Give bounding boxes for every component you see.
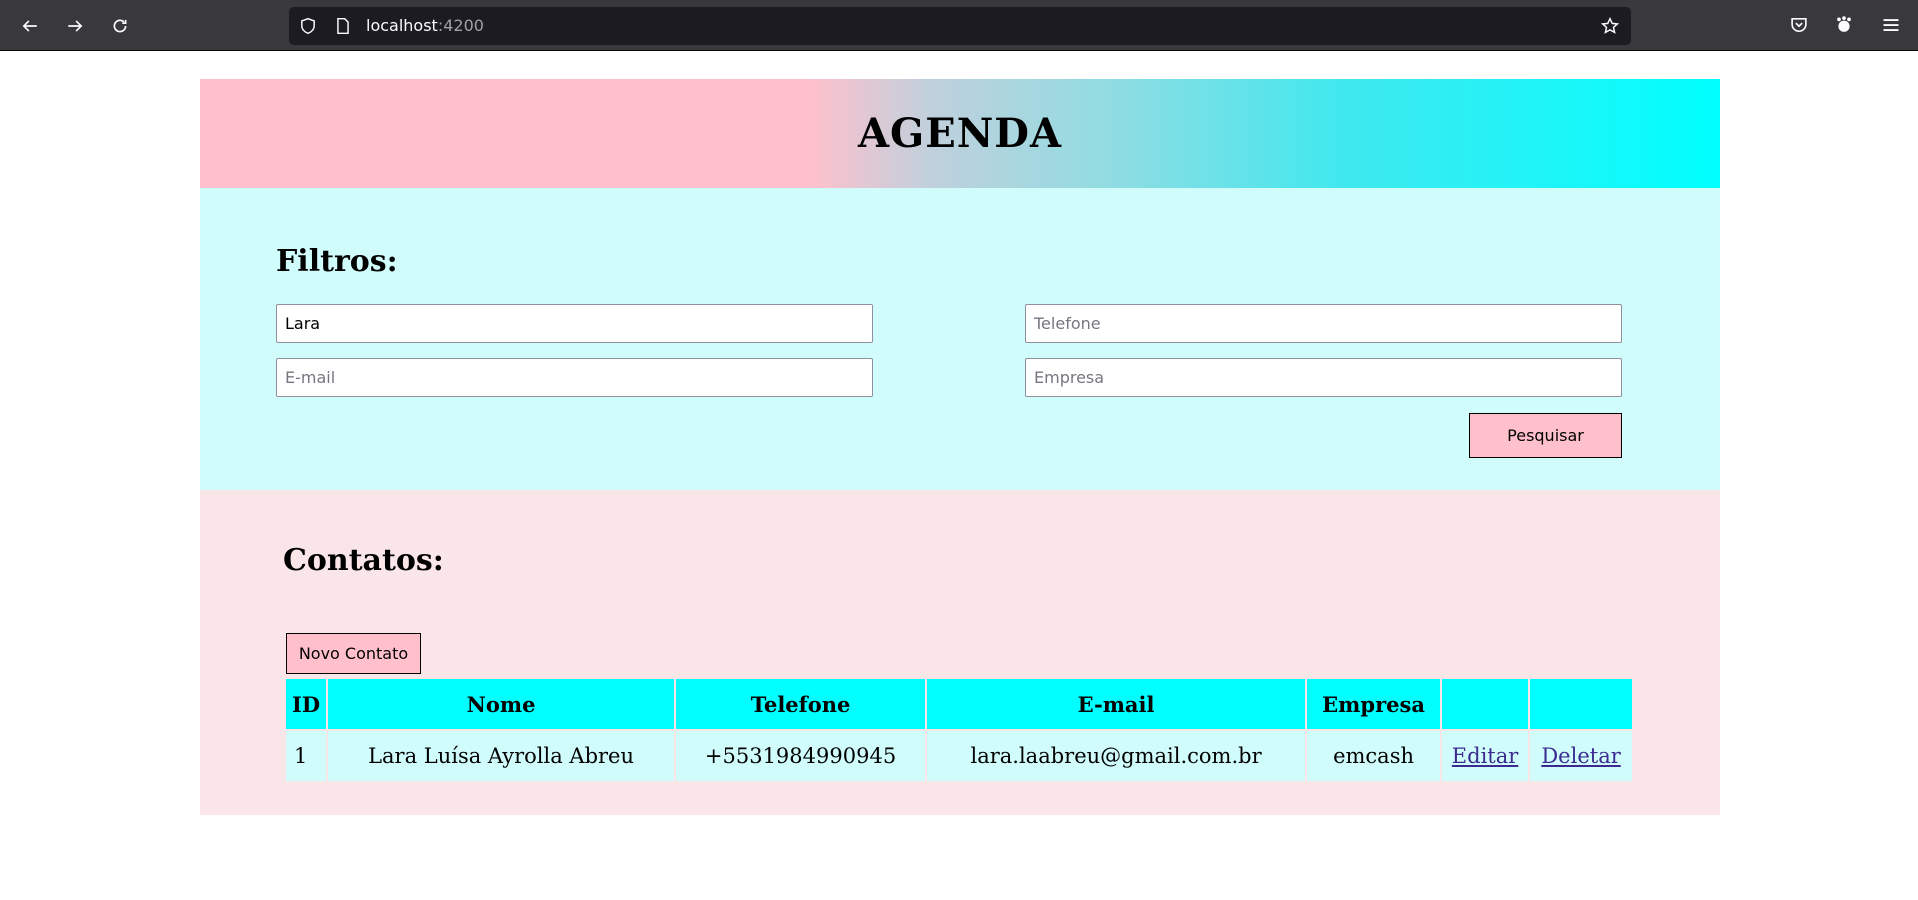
column-header-delete [1530, 679, 1633, 729]
edit-link[interactable]: Editar [1452, 744, 1519, 768]
contacts-title: Contatos: [283, 543, 444, 578]
page-info-icon[interactable] [334, 17, 352, 35]
url-text[interactable]: localhost:4200 [366, 16, 484, 36]
url-bar[interactable]: localhost:4200 [289, 7, 1631, 45]
contacts-section: Contatos: Novo Contato ID Nome Telefone … [200, 490, 1720, 815]
column-header-edit [1442, 679, 1529, 729]
cell-empresa: emcash [1307, 731, 1441, 781]
delete-link[interactable]: Deletar [1541, 744, 1620, 768]
cell-edit: Editar [1442, 731, 1529, 781]
url-port: :4200 [437, 16, 484, 35]
telefone-input[interactable] [1025, 304, 1622, 343]
nome-input[interactable] [276, 304, 873, 343]
cell-email: lara.laabreu@gmail.com.br [927, 731, 1306, 781]
contacts-table: ID Nome Telefone E-mail Empresa 1 Lara L… [284, 677, 1634, 783]
forward-icon[interactable] [59, 10, 91, 42]
reload-icon[interactable] [104, 10, 136, 42]
column-header-id: ID [286, 679, 327, 729]
extension-icon[interactable] [1834, 15, 1854, 35]
back-icon[interactable] [14, 10, 46, 42]
cell-id: 1 [286, 731, 327, 781]
cell-nome: Lara Luísa Ayrolla Abreu [328, 731, 675, 781]
column-header-empresa: Empresa [1307, 679, 1441, 729]
filters-section: Filtros: Pesquisar [200, 188, 1720, 490]
cell-delete: Deletar [1530, 731, 1633, 781]
app-title: AGENDA [858, 110, 1062, 157]
column-header-email: E-mail [927, 679, 1306, 729]
column-header-nome: Nome [328, 679, 675, 729]
email-input[interactable] [276, 358, 873, 397]
column-header-telefone: Telefone [676, 679, 926, 729]
cell-telefone: +5531984990945 [676, 731, 926, 781]
table-row: 1 Lara Luísa Ayrolla Abreu +553198499094… [286, 731, 1633, 781]
menu-icon[interactable] [1881, 15, 1901, 35]
filters-title: Filtros: [276, 244, 398, 279]
app-container: AGENDA Filtros: Pesquisar Contatos: Novo… [200, 79, 1720, 815]
browser-toolbar: localhost:4200 [0, 0, 1918, 51]
bookmark-star-icon[interactable] [1601, 17, 1619, 35]
pocket-icon[interactable] [1789, 15, 1809, 35]
url-host: localhost [366, 16, 438, 35]
app-header: AGENDA [200, 79, 1720, 188]
empresa-input[interactable] [1025, 358, 1622, 397]
table-header-row: ID Nome Telefone E-mail Empresa [286, 679, 1633, 729]
search-button[interactable]: Pesquisar [1469, 413, 1622, 458]
shield-icon[interactable] [299, 17, 317, 35]
new-contact-button[interactable]: Novo Contato [286, 633, 421, 674]
